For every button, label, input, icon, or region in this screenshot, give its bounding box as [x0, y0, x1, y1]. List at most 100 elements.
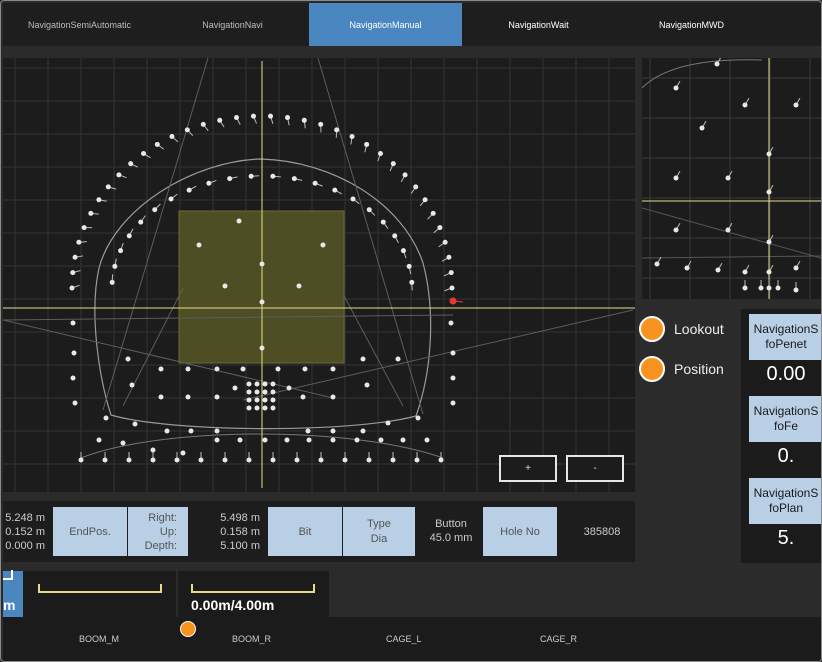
contour-hole [377, 151, 383, 157]
detail-canvas [642, 58, 821, 299]
floor-hole [198, 457, 204, 463]
contour-hole [116, 172, 122, 178]
helper-hole [168, 196, 174, 202]
bench-hole [214, 437, 220, 443]
contour-hole [70, 270, 76, 276]
plan-value: 5. [777, 527, 795, 549]
contour-hole [128, 161, 134, 167]
tab-navigation-manual[interactable]: NavigationManual [309, 3, 462, 46]
axis-labels: Right: Up: Depth: [128, 507, 188, 556]
detail-hole [766, 239, 772, 245]
cut-hole [254, 405, 260, 411]
zoom-out-button[interactable]: - [566, 455, 624, 482]
bracket-mark [3, 570, 13, 580]
bench-hole [395, 356, 401, 362]
drill-plan-view[interactable] [2, 57, 635, 492]
bench-hole [284, 437, 290, 443]
tab-navigation-semi-automatic[interactable]: NavigationSemiAutomatic [3, 3, 156, 46]
plan-label-line2: foPlan [768, 501, 804, 515]
contour-hole [422, 197, 428, 203]
helper-hole [409, 279, 415, 285]
bench-hole [150, 447, 156, 453]
detail-guide [642, 255, 821, 259]
boom-m-item[interactable]: BOOM_M [79, 634, 119, 644]
floor-hole [126, 457, 132, 463]
contour-hole [390, 161, 396, 167]
cut-hole [246, 405, 252, 411]
guide-line [342, 293, 404, 407]
bench-hole [364, 382, 370, 388]
cut-hole [232, 385, 238, 391]
bench-hole [302, 366, 308, 372]
stoping-hole [259, 345, 265, 351]
detail-floor-hole [793, 287, 799, 293]
detail-hole [673, 227, 679, 233]
stoping-hole [222, 283, 228, 289]
helper-hole [248, 173, 254, 179]
hole-id: 385808 [583, 526, 621, 538]
cut-hole [254, 381, 260, 387]
bench-hole [378, 437, 384, 443]
tab-navigation-mwd[interactable]: NavigationMWD [615, 3, 768, 46]
helper-hole [227, 176, 233, 182]
floor-hole [102, 457, 108, 463]
detail-guide [642, 207, 821, 259]
detail-hole [715, 267, 721, 273]
detail-hole [766, 151, 772, 157]
bench-hole [330, 428, 336, 434]
bench-hole [96, 437, 102, 443]
wall-hole [448, 320, 454, 326]
cage-r-item[interactable]: CAGE_R [540, 634, 577, 644]
penetration-value: 0.00 [766, 363, 806, 385]
boom-r-item[interactable]: BOOM_R [232, 634, 271, 644]
contour-hole [69, 285, 75, 291]
detail-view[interactable] [642, 58, 821, 299]
tab-navigation-wait[interactable]: NavigationWait [462, 3, 615, 46]
detail-hole [725, 227, 731, 233]
bench-hole [300, 394, 306, 400]
contour-hole [154, 141, 160, 147]
plan-label-box: NavigationS foPlan [749, 478, 821, 524]
detail-floor-hole [758, 285, 764, 291]
endpos-button[interactable]: EndPos. [53, 507, 127, 556]
helper-hole [400, 248, 406, 254]
floor-hole [174, 457, 180, 463]
hole-no-button[interactable]: Hole No [483, 507, 557, 556]
contour-hole [72, 254, 78, 260]
bench-hole [262, 437, 268, 443]
drill-plan-canvas [2, 57, 635, 492]
type-dia-button[interactable]: Type Dia [343, 507, 415, 556]
lookout-label: Lookout [674, 321, 724, 337]
floor-hole [318, 457, 324, 463]
left-value-up: 0.152 m [5, 526, 45, 538]
zoom-in-button[interactable]: + [499, 455, 557, 482]
contour-hole [430, 210, 436, 216]
bench-hole [306, 437, 312, 443]
contour-hole [402, 172, 408, 178]
contour-hole [268, 113, 274, 119]
tab-navigation-navi[interactable]: NavigationNavi [156, 3, 309, 46]
cage-l-item[interactable]: CAGE_L [386, 634, 422, 644]
bench-hole [330, 437, 336, 443]
detail-hole [699, 125, 705, 131]
detail-profile [642, 59, 763, 89]
contour-hole [96, 197, 102, 203]
contour-hole [184, 127, 190, 133]
cut-hole [270, 405, 276, 411]
detail-hole [725, 175, 731, 181]
floor-hole [342, 457, 348, 463]
feed-label-line1: NavigationS [753, 404, 819, 418]
bit-button[interactable]: Bit [268, 507, 342, 556]
axis-label-right: Right: [148, 511, 177, 524]
floor-hole [390, 457, 396, 463]
contour-hole [437, 225, 443, 231]
penetration-label-line1: NavigationS [753, 322, 819, 336]
button-value: 45.0 mm [429, 532, 473, 544]
detail-hole [654, 261, 660, 267]
helper-hole [206, 180, 212, 186]
contour-hole [285, 115, 291, 121]
helper-hole [312, 180, 318, 186]
detail-floor-hole [766, 285, 772, 291]
bench-hole [129, 382, 135, 388]
lookout-indicator [639, 316, 665, 342]
